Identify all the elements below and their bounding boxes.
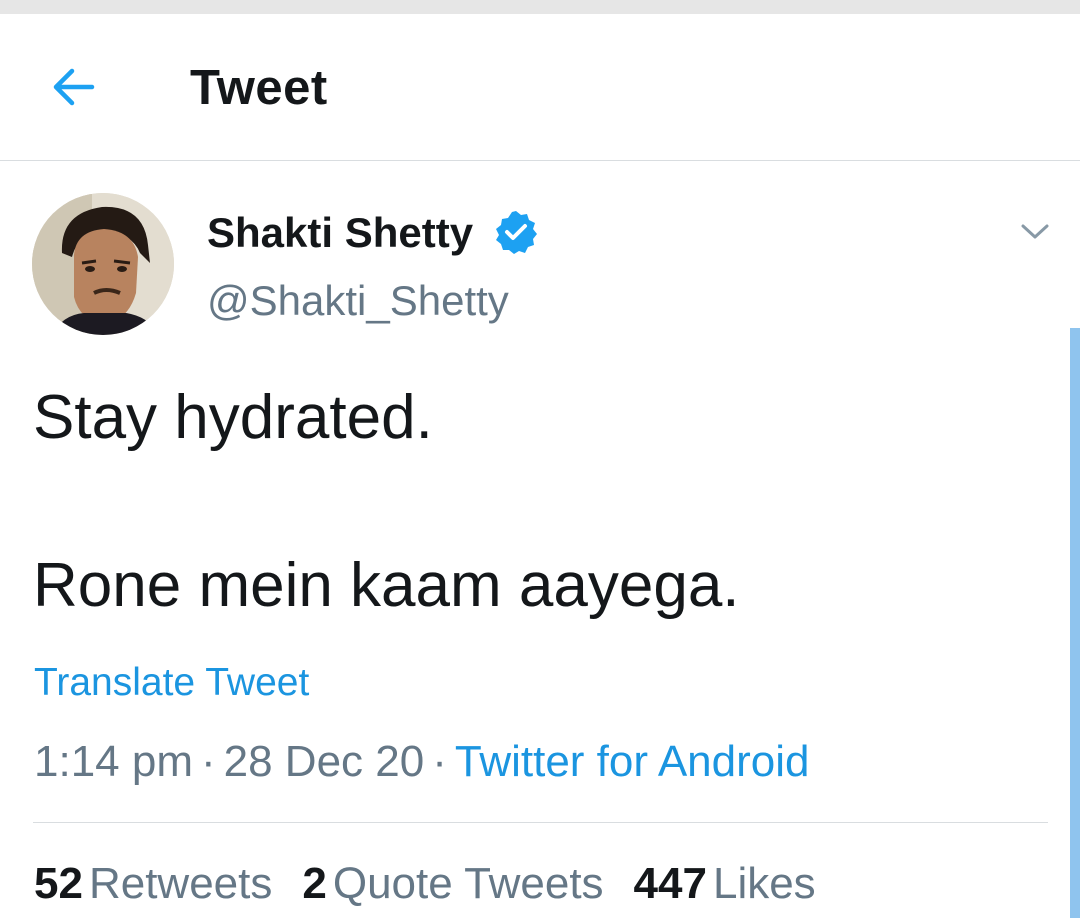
retweets-count: 52 (34, 859, 83, 908)
arrow-left-icon (53, 68, 95, 106)
quote-tweets-label: Quote Tweets (332, 859, 604, 908)
status-bar-strip (0, 0, 1080, 14)
quote-tweets-stat[interactable]: 2 Quote Tweets (302, 856, 603, 912)
tweet-source-link[interactable]: Twitter for Android (455, 737, 810, 786)
retweets-stat[interactable]: 52 Retweets (34, 856, 272, 912)
tweet-stats: 52 Retweets 2 Quote Tweets 447 Likes (34, 856, 846, 912)
divider (33, 822, 1048, 823)
verified-badge-icon (496, 211, 537, 254)
chevron-down-icon (1021, 224, 1049, 239)
likes-label: Likes (712, 859, 816, 908)
quote-tweets-count: 2 (302, 859, 327, 908)
tweet-menu-button[interactable] (1010, 212, 1060, 252)
likes-count: 447 (633, 859, 707, 908)
meta-separator: · (200, 737, 216, 786)
translate-tweet-link[interactable]: Translate Tweet (34, 658, 309, 708)
tweet-date: 28 Dec 20 (223, 737, 425, 786)
tweet-paragraph-gap (33, 458, 1053, 546)
tweet-meta: 1:14 pm · 28 Dec 20 · Twitter for Android (34, 734, 809, 790)
tweet-time: 1:14 pm (34, 737, 193, 786)
scrollbar[interactable] (1070, 328, 1080, 918)
tweet-text-line: Rone mein kaam aayega. (33, 551, 740, 620)
likes-stat[interactable]: 447 Likes (634, 856, 816, 912)
meta-separator: · (432, 737, 447, 786)
tweet-detail-screen: Tweet Shakti Shetty @Shakti_Shetty Stay … (0, 0, 1080, 918)
back-button[interactable] (38, 52, 108, 122)
avatar[interactable] (32, 193, 174, 335)
author-display-name[interactable]: Shakti Shetty (207, 205, 473, 261)
retweets-label: Retweets (88, 859, 273, 908)
tweet-body: Stay hydrated. Rone mein kaam aayega. (33, 378, 1053, 626)
tweet-text-line: Stay hydrated. (33, 383, 433, 452)
author-handle[interactable]: @Shakti_Shetty (207, 273, 509, 329)
page-title: Tweet (190, 61, 328, 115)
top-app-bar: Tweet (0, 14, 1080, 161)
